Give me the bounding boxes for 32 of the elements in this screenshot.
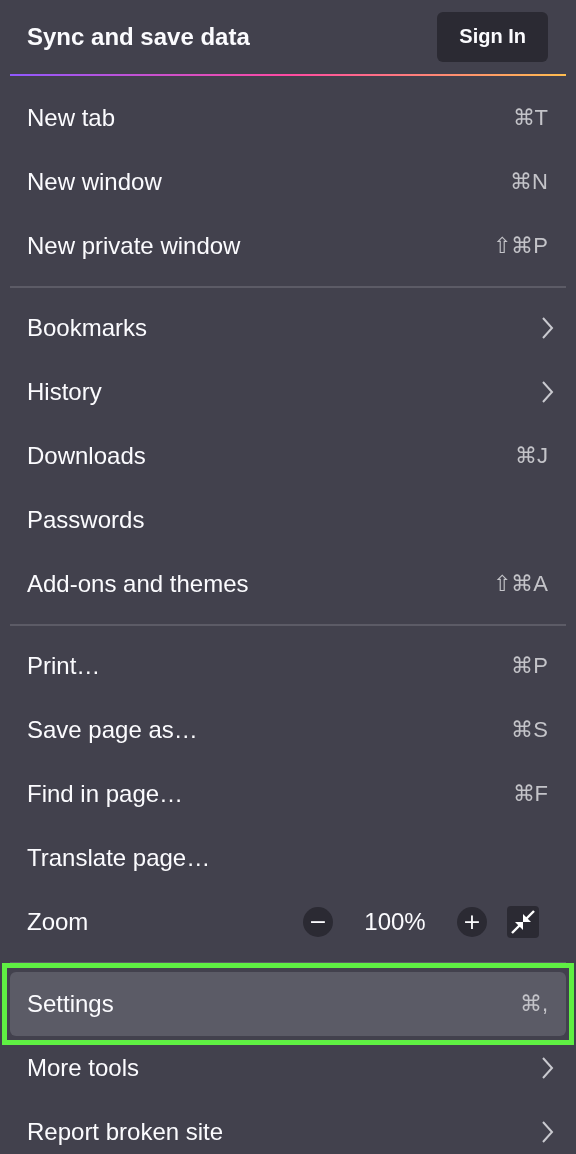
shortcut-text: ⇧⌘A <box>493 571 548 597</box>
shortcut-text: ⌘N <box>510 169 548 195</box>
collapse-arrows-icon <box>510 909 536 935</box>
shortcut-text: ⌘S <box>511 717 548 743</box>
fullscreen-button[interactable] <box>507 906 539 938</box>
shortcut-text: ⌘J <box>515 443 548 469</box>
shortcut-text: ⌘T <box>512 105 548 131</box>
menu-item[interactable]: Save page as… ⌘S <box>0 698 576 762</box>
shortcut-text: ⌘, <box>519 991 548 1017</box>
zoom-out-button[interactable]: − <box>303 907 333 937</box>
menu-item[interactable]: History <box>0 360 576 424</box>
menu-item[interactable]: Downloads ⌘J <box>0 424 576 488</box>
zoom-in-button[interactable]: + <box>457 907 487 937</box>
shortcut-text: ⇧⌘P <box>493 233 548 259</box>
menu-item[interactable]: Translate page… <box>0 826 576 890</box>
menu-item[interactable]: New private window ⇧⌘P <box>0 214 576 278</box>
sign-in-button[interactable]: Sign In <box>437 11 548 62</box>
zoom-label: Zoom <box>27 908 90 936</box>
menu-item[interactable]: Bookmarks <box>0 296 576 360</box>
menu-item[interactable]: New window ⌘N <box>0 150 576 214</box>
shortcut-text: ⌘F <box>512 781 548 807</box>
menu-item[interactable]: Passwords <box>0 488 576 552</box>
zoom-level: 100% <box>363 908 427 936</box>
shortcut-text: ⌘P <box>511 653 548 679</box>
menu-item[interactable]: Find in page… ⌘F <box>0 762 576 826</box>
menu-item[interactable]: Add-ons and themes ⇧⌘A <box>0 552 576 616</box>
menu-item[interactable]: Report broken site <box>0 1100 576 1154</box>
menu-item[interactable]: Settings ⌘, <box>10 972 566 1036</box>
menu-item[interactable]: More tools <box>0 1036 576 1100</box>
menu-item[interactable]: Print… ⌘P <box>0 634 576 698</box>
menu-item[interactable]: New tab ⌘T <box>0 86 576 150</box>
menu-heading: Sync and save data <box>27 23 250 51</box>
